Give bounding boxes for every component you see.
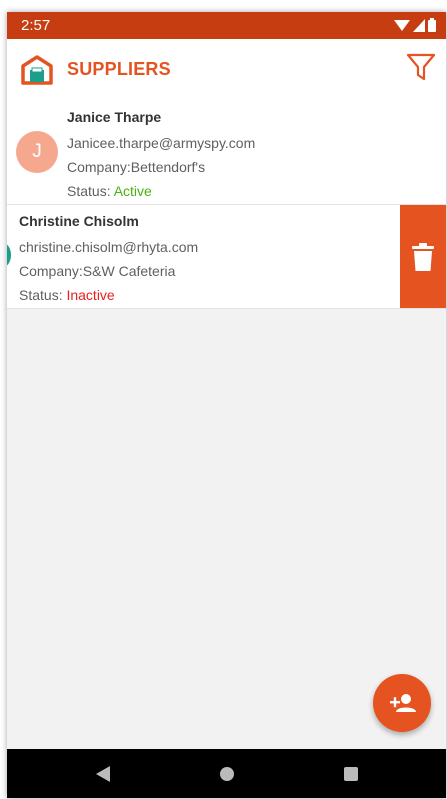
battery-icon <box>428 18 436 32</box>
home-icon[interactable] <box>220 767 234 781</box>
supplier-name: Christine Chisolm <box>19 213 139 229</box>
add-supplier-button[interactable] <box>373 674 431 732</box>
app-bar: SUPPLIERS <box>7 39 446 102</box>
status-icons <box>394 18 436 32</box>
add-person-icon <box>390 694 416 712</box>
filter-icon[interactable] <box>406 53 436 81</box>
status-label: Status: <box>67 183 114 199</box>
page-title: SUPPLIERS <box>67 59 171 79</box>
supplier-email: christine.chisolm@rhyta.com <box>19 239 199 255</box>
delete-button[interactable] <box>400 205 446 308</box>
signal-icon <box>413 18 425 32</box>
status-label: Status: <box>19 287 67 303</box>
back-icon[interactable] <box>96 766 110 782</box>
status-time: 2:57 <box>21 17 51 34</box>
supplier-item-swiped[interactable]: Christine Chisolm christine.chisolm@rhyt… <box>7 205 446 309</box>
system-nav-bar <box>7 749 446 798</box>
avatar-partial <box>7 243 11 267</box>
warehouse-logo-icon <box>21 55 53 85</box>
supplier-list: J Janice Tharpe Janicee.tharpe@armyspy.c… <box>7 101 446 309</box>
phone-screen: 2:57 SUPPLIERS J Janice Tharpe Janicee.t… <box>7 12 446 798</box>
status-bar: 2:57 <box>7 12 446 39</box>
supplier-email: Janicee.tharpe@armyspy.com <box>67 135 256 151</box>
supplier-status: Status: Active <box>67 180 255 204</box>
supplier-item[interactable]: J Janice Tharpe Janicee.tharpe@armyspy.c… <box>7 101 446 205</box>
supplier-status: Status: Inactive <box>19 284 198 308</box>
trash-icon <box>412 243 434 271</box>
recent-apps-icon[interactable] <box>344 767 358 781</box>
wifi-icon <box>394 19 410 31</box>
avatar: J <box>16 131 58 173</box>
supplier-company: Company:S&W Cafeteria <box>19 263 176 279</box>
status-value: Inactive <box>66 287 115 303</box>
status-value: Active <box>113 183 152 199</box>
supplier-company: Company:Bettendorf's <box>67 159 206 175</box>
supplier-details: Janice Tharpe Janicee.tharpe@armyspy.com… <box>67 108 255 204</box>
supplier-name: Janice Tharpe <box>67 109 162 125</box>
supplier-details: Christine Chisolm christine.chisolm@rhyt… <box>19 212 198 308</box>
